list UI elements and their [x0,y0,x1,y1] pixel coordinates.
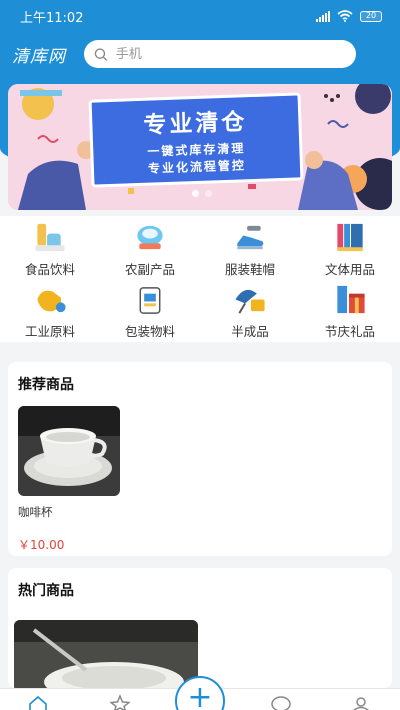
banner-card: 专业清仓 一键式库存清理 专业化流程管控 [88,92,304,188]
industrial-material-icon [37,290,66,313]
top-row: 清库网 [0,38,400,70]
category-label: 文体用品 [324,262,375,277]
product-image[interactable] [18,406,120,496]
battery-icon: 20 [360,10,382,22]
stationery-sports-icon [337,223,363,252]
category-label: 工业原料 [24,324,75,339]
search-icon [94,47,108,61]
packaging-icon [139,287,161,314]
food-drink-icon [35,223,65,252]
category-festival-gift[interactable]: 节庆礼品 [300,278,400,340]
promo-banner[interactable]: 专业清仓 一键式库存清理 专业化流程管控 [8,84,392,210]
category-label: 食品饮料 [24,262,75,277]
category-apparel-shoes[interactable]: 服装鞋帽 [200,216,300,278]
hot-product-photo [14,620,198,688]
status-time: 上午11:02 [20,10,84,26]
category-stationery-sports[interactable]: 文体用品 [300,216,400,278]
section-title: 热门商品 [18,583,74,599]
category-label: 包装物料 [124,324,175,339]
carousel-dot[interactable] [192,190,199,197]
section-title: 推荐商品 [18,377,74,393]
status-icons: 20 [316,10,382,22]
category-packaging[interactable]: 包装物料 [100,278,200,340]
category-farm-produce[interactable]: 农副产品 [100,216,200,278]
farm-produce-icon [137,225,163,250]
carousel-dot[interactable] [205,190,212,197]
apparel-shoes-icon [237,225,264,250]
banner-line2: 专业化流程管控 [147,158,247,176]
search-input[interactable] [115,46,346,62]
profile-icon[interactable] [350,694,372,710]
app-logo: 清库网 [12,46,66,67]
search-bar[interactable] [84,40,356,68]
hot-product-image[interactable] [14,620,198,688]
category-label: 半成品 [231,324,269,339]
home-icon[interactable] [28,694,48,710]
add-icon: + [187,680,213,710]
category-food-drink[interactable]: 食品饮料 [0,216,100,278]
star-icon[interactable] [110,694,130,710]
product-price: ￥10.00 [18,538,65,552]
semi-finished-icon [235,289,265,314]
hot-section: 热门商品 [8,568,392,688]
wifi-icon [337,10,353,22]
category-label: 农副产品 [124,262,175,277]
message-icon[interactable] [270,694,292,710]
coffee-cup-image [18,406,120,496]
category-label: 节庆礼品 [324,324,375,339]
category-label: 服装鞋帽 [224,262,275,277]
category-semi-finished[interactable]: 半成品 [200,278,300,340]
product-name: 咖啡杯 [18,505,53,519]
signal-icon [316,10,330,22]
carousel-dots [192,190,212,197]
category-industrial-material[interactable]: 工业原料 [0,278,100,340]
status-bar: 上午11:02 20 [0,0,400,32]
product-card[interactable]: 咖啡杯 ￥10.00 [18,406,120,553]
banner-title: 专业清仓 [143,109,248,139]
category-grid: 食品饮料 农副产品 服装鞋帽 文体用品 工业原料 包装物料 半成品 节庆礼品 [0,216,400,342]
recommended-section: 推荐商品 咖啡杯 ￥10.00 [8,362,392,556]
festival-gift-icon [337,285,365,314]
